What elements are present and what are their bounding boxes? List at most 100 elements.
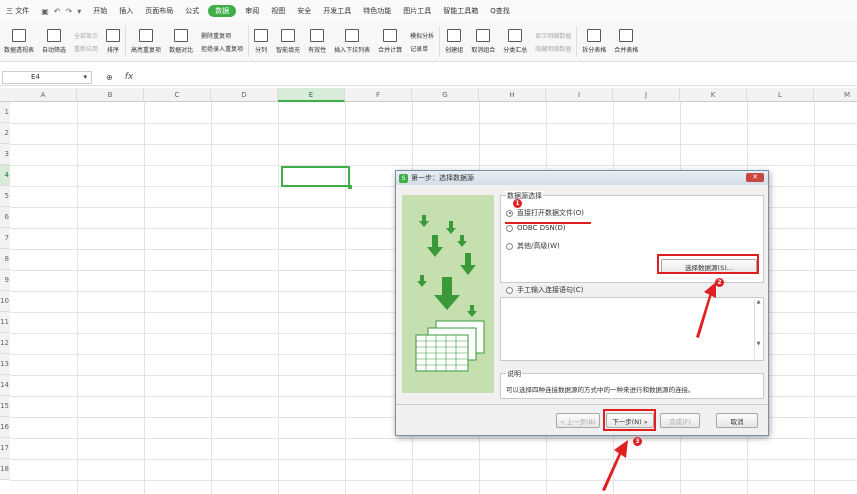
pivot-table-icon (12, 29, 26, 42)
data-compare-button[interactable]: 数据对比 (165, 22, 197, 61)
annotation-box-select-source (657, 254, 759, 274)
cancel-button[interactable]: 取消 (716, 413, 758, 428)
description-label: 说明 (506, 369, 522, 379)
validity-button[interactable]: 有效性 (304, 22, 330, 61)
close-button[interactable]: ✕ (746, 173, 764, 182)
remove-duplicates-button[interactable]: 删除重复项 (201, 31, 243, 40)
dropdown-icon[interactable]: ▾ (77, 7, 81, 16)
tab-view[interactable]: 视图 (265, 6, 291, 16)
consolidate-button[interactable]: 合并计算 (374, 22, 406, 61)
row-header-15[interactable]: 15 (0, 396, 10, 417)
show-all-button[interactable]: 全部显示 (74, 31, 98, 40)
redo-icon[interactable]: ↷ (66, 7, 73, 16)
tab-smart-tools[interactable]: 智能工具箱 (437, 6, 484, 16)
row-header-17[interactable]: 17 (0, 438, 10, 459)
pivot-table-button[interactable]: 数据透视表 (0, 22, 38, 61)
highlight-duplicates-button[interactable]: 高亮重复项 (127, 22, 165, 61)
chevron-down-icon: ▾ (83, 73, 87, 81)
radio-direct-open[interactable]: 直接打开数据文件(O) (506, 208, 584, 218)
sort-button[interactable]: 排序 (102, 22, 124, 61)
connection-textarea[interactable]: ▲ ▼ (500, 297, 764, 361)
subtotal-button[interactable]: 分类汇总 (499, 22, 531, 61)
row-header-13[interactable]: 13 (0, 354, 10, 375)
row-header-7[interactable]: 7 (0, 228, 10, 249)
ungroup-icon (476, 29, 491, 42)
row-header-9[interactable]: 9 (0, 270, 10, 291)
row-header-8[interactable]: 8 (0, 249, 10, 270)
row-header-10[interactable]: 10 (0, 291, 10, 312)
tab-page-layout[interactable]: 页面布局 (139, 6, 179, 16)
fx-icon[interactable]: fx (125, 72, 134, 82)
dropdown-list-button[interactable]: 插入下拉列表 (330, 22, 374, 61)
tab-developer[interactable]: 开发工具 (317, 6, 357, 16)
column-header-b[interactable]: B (77, 88, 144, 102)
tab-formula[interactable]: 公式 (179, 6, 205, 16)
split-table-button[interactable]: 拆分表格 (578, 22, 610, 61)
row-header-5[interactable]: 5 (0, 186, 10, 207)
column-header-i[interactable]: I (546, 88, 613, 102)
column-gridline (211, 102, 212, 494)
column-gridline (345, 102, 346, 494)
annotation-badge-3: 3 (633, 437, 642, 446)
column-header-g[interactable]: G (412, 88, 479, 102)
finish-button[interactable]: 完成(F) (660, 413, 700, 428)
formula-bar: E4 ▾ ⊕ fx (0, 69, 857, 86)
file-menu[interactable]: 三 文件 (0, 6, 35, 16)
radio-other-advanced[interactable]: 其他/高级(W) (506, 241, 560, 251)
reapply-button[interactable]: 重新应用 (74, 44, 98, 53)
tab-security[interactable]: 安全 (291, 6, 317, 16)
split-column-button[interactable]: 分列 (250, 22, 272, 61)
tab-features[interactable]: 特色功能 (357, 6, 397, 16)
hide-detail-button[interactable]: 隐藏明细数据 (535, 44, 571, 53)
autofilter-button[interactable]: 自动筛选 (38, 22, 70, 61)
row-gridline (10, 165, 857, 166)
column-header-e[interactable]: E (278, 88, 345, 102)
smart-fill-button[interactable]: 智能填充 (272, 22, 304, 61)
column-header-a[interactable]: A (10, 88, 77, 102)
undo-icon[interactable]: ↶ (54, 7, 61, 16)
row-header-4[interactable]: 4 (0, 165, 10, 186)
show-detail-button[interactable]: 显示明细数据 (535, 31, 571, 40)
zoom-search-icon[interactable]: ⊕ (106, 73, 113, 82)
column-header-k[interactable]: K (680, 88, 747, 102)
row-header-2[interactable]: 2 (0, 123, 10, 144)
simulate-button[interactable]: 模拟分析 (410, 31, 434, 40)
group-button[interactable]: 创建组 (441, 22, 467, 61)
column-header-d[interactable]: D (211, 88, 278, 102)
tab-home[interactable]: 开始 (87, 6, 113, 16)
scrollbar[interactable]: ▲ ▼ (754, 299, 762, 359)
row-header-1[interactable]: 1 (0, 102, 10, 123)
tab-picture-tools[interactable]: 图片工具 (397, 6, 437, 16)
tab-insert[interactable]: 插入 (113, 6, 139, 16)
row-header-14[interactable]: 14 (0, 375, 10, 396)
row-gridline (10, 480, 857, 481)
row-header-3[interactable]: 3 (0, 144, 10, 165)
search-tab[interactable]: Q查找 (484, 6, 516, 16)
prev-button[interactable]: « 上一步(B) (556, 413, 600, 428)
row-header-12[interactable]: 12 (0, 333, 10, 354)
tab-data[interactable]: 数据 (208, 5, 237, 17)
name-box[interactable]: E4 ▾ (2, 70, 92, 84)
record-button[interactable]: 记录单 (410, 44, 434, 53)
column-header-f[interactable]: F (345, 88, 412, 102)
column-header-m[interactable]: M (814, 88, 857, 102)
tab-review[interactable]: 审阅 (239, 6, 265, 16)
ungroup-button[interactable]: 取消组合 (467, 22, 499, 61)
column-header-h[interactable]: H (479, 88, 546, 102)
radio-odbc[interactable]: ODBC DSN(D) (506, 224, 566, 232)
row-header-16[interactable]: 16 (0, 417, 10, 438)
reject-duplicates-button[interactable]: 拒绝录入重复项 (201, 44, 243, 53)
radio-manual-connection[interactable]: 手工输入连接语句(C) (506, 285, 583, 295)
column-header-c[interactable]: C (144, 88, 211, 102)
row-header-18[interactable]: 18 (0, 459, 10, 480)
column-headers: ABCDEFGHIJKLM (0, 88, 857, 102)
row-header-6[interactable]: 6 (0, 207, 10, 228)
row-header-11[interactable]: 11 (0, 312, 10, 333)
column-header-l[interactable]: L (747, 88, 814, 102)
merge-table-button[interactable]: 合并表格 (610, 22, 642, 61)
active-cell[interactable] (281, 166, 352, 189)
column-header-j[interactable]: J (613, 88, 680, 102)
consolidate-icon (383, 29, 398, 42)
save-icon[interactable]: ▣ (41, 7, 49, 16)
row-gridline (10, 438, 857, 439)
